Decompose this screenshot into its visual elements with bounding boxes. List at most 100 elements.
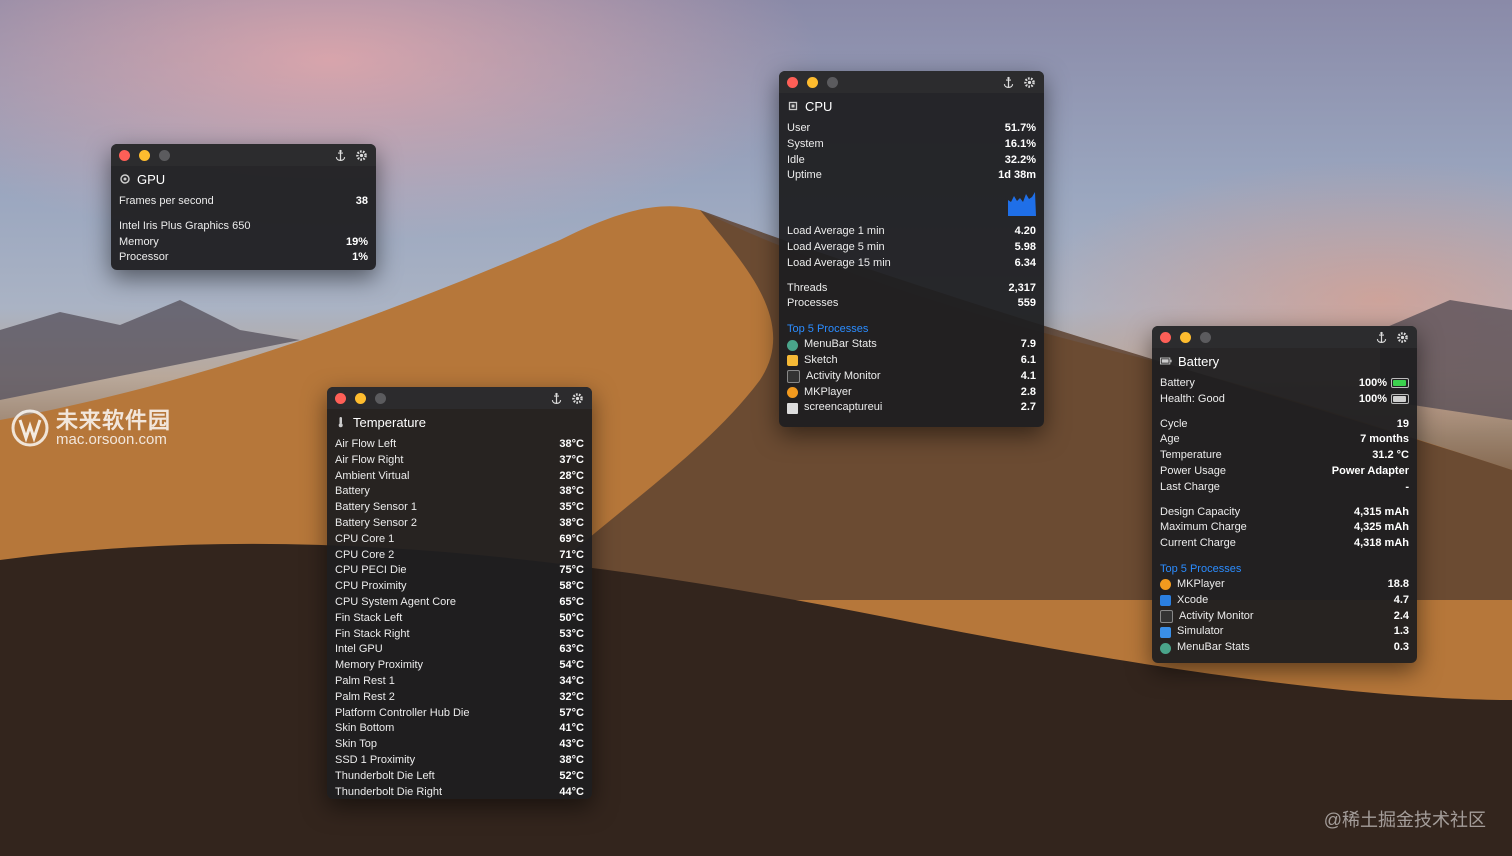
gear-icon[interactable]: [1396, 331, 1409, 344]
row-label: Memory: [119, 235, 159, 248]
battery-health-row: Health: Good 100%: [1152, 392, 1417, 408]
row-value: 19%: [345, 235, 368, 248]
row-value: 37°C: [559, 453, 584, 466]
row-value: 32°C: [559, 690, 584, 703]
zoom-button[interactable]: [159, 149, 170, 161]
battery-info-row: Last Charge -: [1152, 480, 1417, 496]
process-row[interactable]: Activity Monitor 2.4: [1152, 609, 1417, 625]
row-label: Load Average 15 min: [787, 256, 891, 269]
row-value: 559: [1017, 297, 1036, 310]
anchor-icon[interactable]: [1375, 331, 1388, 344]
row-label: User: [787, 122, 811, 134]
row-value: 28°C: [559, 469, 584, 482]
process-row[interactable]: screencaptureui 2.7: [779, 400, 1044, 416]
row-label: Design Capacity: [1160, 505, 1241, 518]
gpu-heading: GPU: [111, 166, 376, 190]
row-label: Load Average 1 min: [787, 225, 885, 238]
community-watermark: @稀土掘金技术社区: [1323, 810, 1486, 830]
process-row[interactable]: MKPlayer 2.8: [779, 385, 1044, 401]
process-value: 2.7: [1020, 401, 1036, 414]
close-button[interactable]: [119, 149, 130, 161]
cpu-heading: CPU: [779, 93, 1044, 117]
activity-monitor-icon: [787, 370, 800, 384]
gpu-icon: [120, 174, 130, 184]
row-value: 43°C: [559, 738, 584, 751]
capacity-row: Maximum Charge 4,325 mAh: [1152, 520, 1417, 536]
anchor-icon[interactable]: [334, 149, 347, 162]
row-label: Fin Stack Right: [335, 627, 410, 640]
process-row[interactable]: MenuBar Stats 7.9: [779, 337, 1044, 353]
minimize-button[interactable]: [807, 76, 818, 88]
row-label: Intel GPU: [335, 643, 383, 656]
zoom-button[interactable]: [375, 392, 386, 404]
battery-icon: [1160, 357, 1172, 365]
battery-heading: Battery: [1152, 348, 1417, 372]
row-label: Processes: [787, 297, 839, 310]
sensor-row: SSD 1 Proximity 38°C: [327, 753, 592, 769]
minimize-button[interactable]: [1180, 331, 1191, 343]
sensor-row: Platform Controller Hub Die 57°C: [327, 706, 592, 722]
process-row[interactable]: MKPlayer 18.8: [1152, 577, 1417, 593]
row-value: 5.98: [1014, 240, 1036, 253]
gpu-title: GPU: [137, 171, 166, 187]
row-value: 100%: [1359, 376, 1409, 392]
anchor-icon[interactable]: [1002, 76, 1015, 89]
close-button[interactable]: [787, 76, 798, 88]
process-name: screencaptureui: [804, 401, 883, 414]
close-button[interactable]: [335, 392, 346, 404]
row-label: CPU Core 1: [335, 532, 395, 545]
sensor-row: Fin Stack Right 53°C: [327, 627, 592, 643]
zoom-button[interactable]: [827, 76, 838, 88]
battery-info-list: Cycle 19 Age 7 months Temperature 31.2 °C Powe…: [1152, 417, 1417, 496]
minimize-button[interactable]: [139, 149, 150, 161]
row-value: 53°C: [559, 627, 584, 640]
process-value: 1.3: [1393, 625, 1409, 638]
sensor-list: Air Flow Left 38°C Air Flow Right 37°C Ambie…: [327, 437, 592, 799]
sensor-row: Intel GPU 63°C: [327, 642, 592, 658]
process-row[interactable]: Sketch 6.1: [779, 353, 1044, 369]
process-name: MKPlayer: [804, 385, 852, 398]
process-value: 4.7: [1393, 593, 1409, 606]
gear-icon[interactable]: [355, 149, 368, 162]
row-label: Battery Sensor 1: [335, 501, 417, 514]
cpu-stat-row: System 16.1%: [779, 137, 1044, 153]
sensor-row: Ambient Virtual 28°C: [327, 469, 592, 485]
process-name: Sketch: [804, 353, 838, 366]
row-value: 38°C: [559, 516, 584, 529]
zoom-button[interactable]: [1200, 331, 1211, 343]
process-row[interactable]: Xcode 4.7: [1152, 593, 1417, 609]
row-value: 38°C: [559, 753, 584, 766]
row-value: 2,317: [1008, 281, 1036, 294]
minimize-button[interactable]: [355, 392, 366, 404]
process-row[interactable]: Simulator 1.3: [1152, 624, 1417, 640]
row-value: 6.34: [1014, 256, 1036, 269]
close-button[interactable]: [1160, 331, 1171, 343]
play-icon: [787, 386, 798, 398]
process-row[interactable]: Activity Monitor 4.1: [779, 369, 1044, 385]
cpu-stat-row: Idle 32.2%: [779, 153, 1044, 169]
sensor-row: Memory Proximity 54°C: [327, 658, 592, 674]
sensor-row: CPU Core 2 71°C: [327, 548, 592, 564]
process-value: 0.3: [1393, 641, 1409, 654]
process-row[interactable]: MenuBar Stats 0.3: [1152, 640, 1417, 656]
row-value: 100%: [1359, 392, 1409, 408]
row-label: Thunderbolt Die Left: [335, 769, 435, 782]
row-label: Battery Sensor 2: [335, 516, 417, 529]
battery-info-row: Age 7 months: [1152, 432, 1417, 448]
gear-icon[interactable]: [571, 392, 584, 405]
fps-label: Frames per second: [119, 195, 214, 207]
row-value: 44°C: [559, 785, 584, 798]
process-name: MenuBar Stats: [804, 338, 877, 351]
sensor-row: Battery Sensor 2 38°C: [327, 516, 592, 532]
row-value: 38°C: [559, 485, 584, 498]
count-row: Threads 2,317: [779, 281, 1044, 297]
gear-icon[interactable]: [1023, 76, 1036, 89]
anchor-icon[interactable]: [550, 392, 563, 405]
health-gauge-fill: [1393, 395, 1406, 402]
gpu-processor-row: Processor 1%: [111, 250, 376, 266]
battery-title: Battery: [1178, 353, 1220, 369]
fps-value: 38: [355, 195, 368, 207]
row-value: 1%: [352, 251, 368, 264]
row-label: Fin Stack Left: [335, 611, 403, 624]
sensor-row: Battery 38°C: [327, 484, 592, 500]
